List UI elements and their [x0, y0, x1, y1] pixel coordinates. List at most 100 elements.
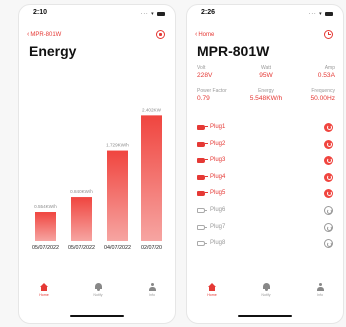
home-indicator: [238, 314, 292, 317]
stat-label: Amp: [324, 65, 335, 71]
signal-wifi-battery-icons: ··· ▾: [141, 11, 165, 17]
home-icon: [207, 283, 217, 291]
device-screen: 2:26 ··· ▾ ‹Home MPR-801W Volt 228V Watt…: [186, 4, 344, 324]
tab-notify[interactable]: Notify: [78, 283, 118, 297]
power-toggle-button[interactable]: [324, 156, 333, 166]
back-label: MPR-801W: [30, 32, 62, 38]
stat-amp: Amp 0.53A: [289, 65, 335, 79]
tab-info-label: Info: [317, 293, 323, 297]
tab-bar: Home Notify Info: [19, 283, 175, 305]
plug-name: Plug5: [210, 190, 226, 197]
energy-bar-chart: 0.554KW/h 05/07/2022 0.840KW/h 05/07/2022 1.…: [32, 107, 162, 251]
plug-list: Plug1 Plug2 Plug3 Plug4 Plug5 Plug6 Plug7 Plug8: [197, 120, 333, 253]
status-time: 2:26: [201, 9, 216, 16]
x-tick-label: 04/07/2022: [104, 245, 131, 251]
tab-notify-label: Notify: [93, 293, 103, 297]
plug-row[interactable]: Plug5: [197, 186, 333, 203]
back-button[interactable]: ‹Home: [195, 31, 214, 38]
plug-icon: [197, 125, 208, 130]
device-title: MPR-801W: [197, 43, 270, 59]
plug-name: Plug4: [210, 173, 226, 180]
home-indicator: [70, 314, 124, 317]
power-toggle-button[interactable]: [324, 189, 333, 199]
bar-value-label: 1.729KW/h: [106, 143, 129, 148]
energy-bar: [35, 212, 56, 241]
status-bar: 2:26 ··· ▾: [187, 9, 343, 21]
plug-icon: [197, 174, 208, 180]
tab-notify[interactable]: Notify: [246, 283, 286, 297]
status-bar: 2:10 ··· ▾: [19, 9, 175, 21]
chevron-left-icon: ‹: [195, 31, 198, 38]
stat-value: 0.79: [197, 95, 210, 102]
bell-icon: [262, 283, 271, 291]
tab-notify-label: Notify: [261, 293, 271, 297]
plug-row[interactable]: Plug3: [197, 153, 333, 170]
bar-value-label: 0.840KW/h: [70, 189, 93, 194]
plug-name: Plug2: [210, 140, 226, 147]
stat-watt: Watt 95W: [243, 65, 289, 79]
power-toggle-button[interactable]: [324, 139, 333, 149]
stat-label: Energy: [258, 88, 274, 94]
chevron-left-icon: ‹: [27, 31, 30, 38]
energy-bar: [141, 115, 162, 241]
stat-power-factor: Power Factor 0.79: [197, 88, 243, 102]
stop-icon[interactable]: [156, 30, 165, 39]
tab-home[interactable]: Home: [24, 283, 64, 297]
stat-label: Frequency: [311, 88, 335, 94]
bell-icon: [94, 283, 103, 291]
energy-screen: 2:10 ··· ▾ ‹MPR-801W Energy 0.554KW/h 05/…: [18, 4, 176, 324]
stat-label: Watt: [260, 65, 272, 71]
plug-icon: [197, 191, 208, 197]
stat-value: 0.53A: [317, 72, 335, 79]
plug-name: Plug3: [210, 157, 226, 164]
stat-volt: Volt 228V: [197, 65, 243, 79]
power-toggle-button[interactable]: [324, 205, 333, 215]
status-time: 2:10: [33, 9, 48, 16]
user-icon: [148, 283, 157, 291]
plug-row[interactable]: Plug2: [197, 137, 333, 154]
plug-row[interactable]: Plug1: [197, 120, 333, 137]
plug-icon: [197, 241, 207, 247]
power-toggle-button[interactable]: [324, 222, 333, 232]
x-tick-label: 05/07/2022: [68, 245, 95, 251]
stat-value: 5.548KW/h: [249, 95, 283, 102]
x-tick-label: 02/07/20: [141, 245, 162, 251]
energy-bar: [107, 150, 128, 241]
stat-value: 50.00Hz: [310, 95, 335, 102]
power-toggle-button[interactable]: [324, 123, 333, 132]
clock-icon[interactable]: [324, 30, 333, 39]
plug-name: Plug6: [210, 206, 226, 213]
tab-info-label: Info: [149, 293, 155, 297]
power-toggle-button[interactable]: [324, 239, 333, 249]
plug-row[interactable]: Plug7: [197, 220, 333, 237]
stat-value: 228V: [197, 72, 213, 79]
battery-icon: [325, 11, 333, 16]
x-tick-label: 05/07/2022: [32, 245, 59, 251]
power-toggle-button[interactable]: [324, 172, 333, 182]
stat-energy: Energy 5.548KW/h: [243, 88, 289, 102]
tab-bar: Home Notify Info: [187, 283, 343, 305]
plug-row[interactable]: Plug6: [197, 203, 333, 220]
plug-row[interactable]: Plug4: [197, 170, 333, 187]
plug-icon: [197, 141, 208, 147]
tab-info[interactable]: Info: [132, 283, 172, 297]
plug-icon: [197, 224, 207, 230]
plug-row[interactable]: Plug8: [197, 236, 333, 253]
plug-icon: [197, 158, 208, 164]
page-title: Energy: [29, 43, 77, 59]
tab-info[interactable]: Info: [300, 283, 340, 297]
signal-wifi-battery-icons: ··· ▾: [309, 11, 333, 17]
tab-home[interactable]: Home: [192, 283, 232, 297]
tab-home-label: Home: [207, 293, 217, 297]
plug-name: Plug8: [210, 240, 226, 247]
back-button[interactable]: ‹MPR-801W: [27, 31, 61, 38]
stat-label: Power Factor: [197, 88, 227, 94]
plug-name: Plug1: [210, 124, 226, 130]
stat-value: 95W: [259, 72, 273, 79]
bar-value-label: 0.554KW/h: [34, 204, 57, 209]
plug-name: Plug7: [210, 223, 226, 230]
home-icon: [39, 283, 49, 291]
tab-home-label: Home: [39, 293, 49, 297]
bar-value-label: 2.402KW: [142, 107, 162, 112]
stat-label: Volt: [197, 65, 206, 71]
